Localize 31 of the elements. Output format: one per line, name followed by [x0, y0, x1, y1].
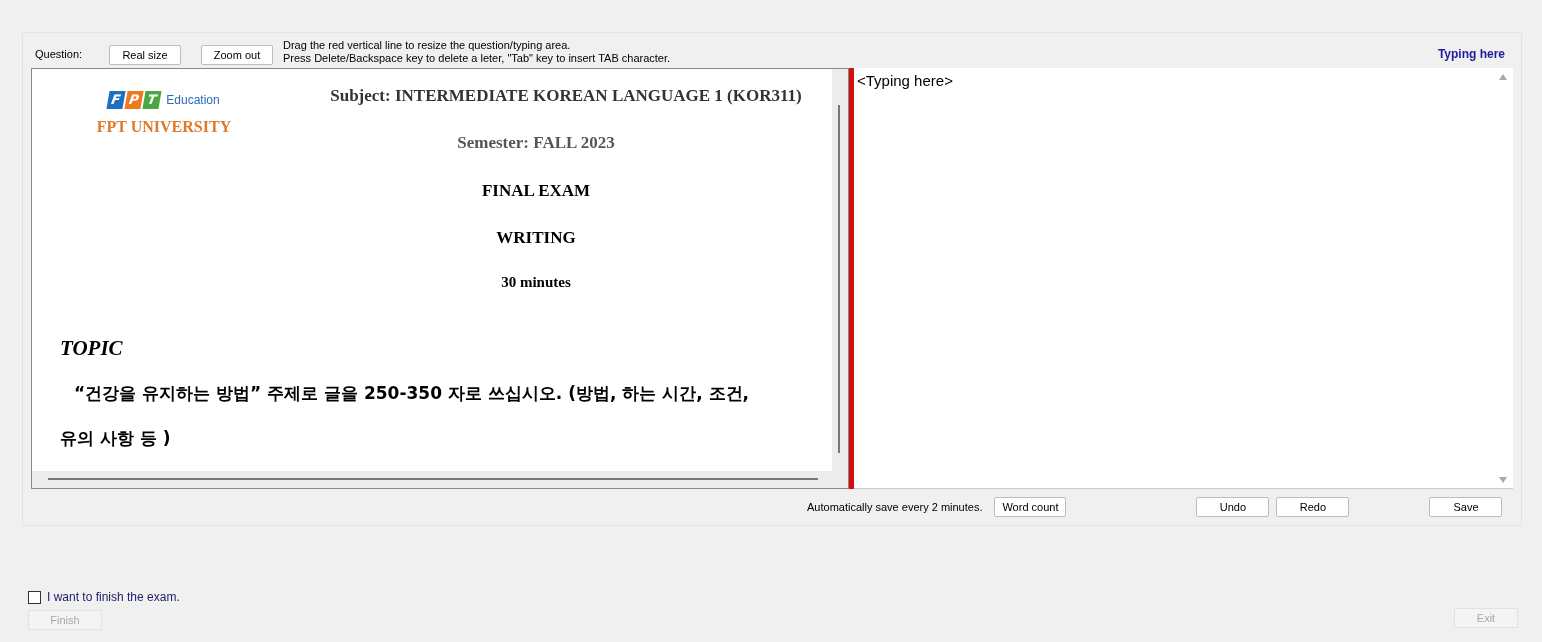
finish-checkbox-label: I want to finish the exam. — [47, 589, 180, 606]
finish-checkbox[interactable] — [28, 590, 41, 604]
semester-line: Semester: FALL 2023 — [457, 132, 615, 155]
subject-line: Subject: INTERMEDIATE KOREAN LANGUAGE 1 (KOR311) — [330, 84, 802, 107]
scroll-down-icon[interactable] — [1499, 477, 1507, 484]
hint-text: Drag the red vertical line to resize the question/typing area. — [283, 38, 572, 52]
horizontal-scrollbar[interactable] — [48, 478, 818, 481]
exam-heading: WRITING — [496, 227, 576, 250]
edit-button[interactable]: Redo — [1276, 497, 1350, 517]
save-button[interactable]: Save — [1429, 497, 1503, 517]
logo-tagline: Education — [166, 91, 220, 109]
logo-letter: P — [124, 90, 144, 109]
exam-heading: 30 minutes — [501, 272, 571, 292]
topic-text: “건강을 유지하는 방법” 주제로 글을 250-350 자로 쓰십시오. (방법, 하는 시간, 조건, — [74, 381, 751, 405]
hint-text: Press Delete/Backspace key to delete a leter, "Tab" key to insert TAB character. — [283, 51, 671, 65]
autosave-note: Automatically save every 2 minutes. — [807, 499, 983, 515]
exam-heading: FINAL EXAM — [481, 179, 591, 202]
toolbar-button[interactable]: Real size — [109, 44, 181, 65]
answer-field[interactable]: <Typing here> — [854, 67, 1513, 490]
logo-letter: F — [106, 90, 126, 109]
scroll-up-icon[interactable] — [1499, 73, 1507, 80]
toolbar-button[interactable]: Zoom out — [201, 44, 273, 65]
vertical-scrollbar[interactable] — [838, 104, 840, 453]
typing-label: Typing here — [1437, 45, 1505, 63]
logo-letter: T — [142, 90, 162, 109]
logo-name: FPT UNIVERSITY — [96, 116, 232, 137]
topic-heading: TOPIC — [60, 335, 124, 363]
question-label: Question: — [34, 47, 84, 63]
topic-text: 유의 사항 등 ) — [60, 427, 172, 451]
word-count-button[interactable]: Word count — [994, 497, 1067, 517]
edit-button[interactable]: Undo — [1196, 497, 1270, 517]
